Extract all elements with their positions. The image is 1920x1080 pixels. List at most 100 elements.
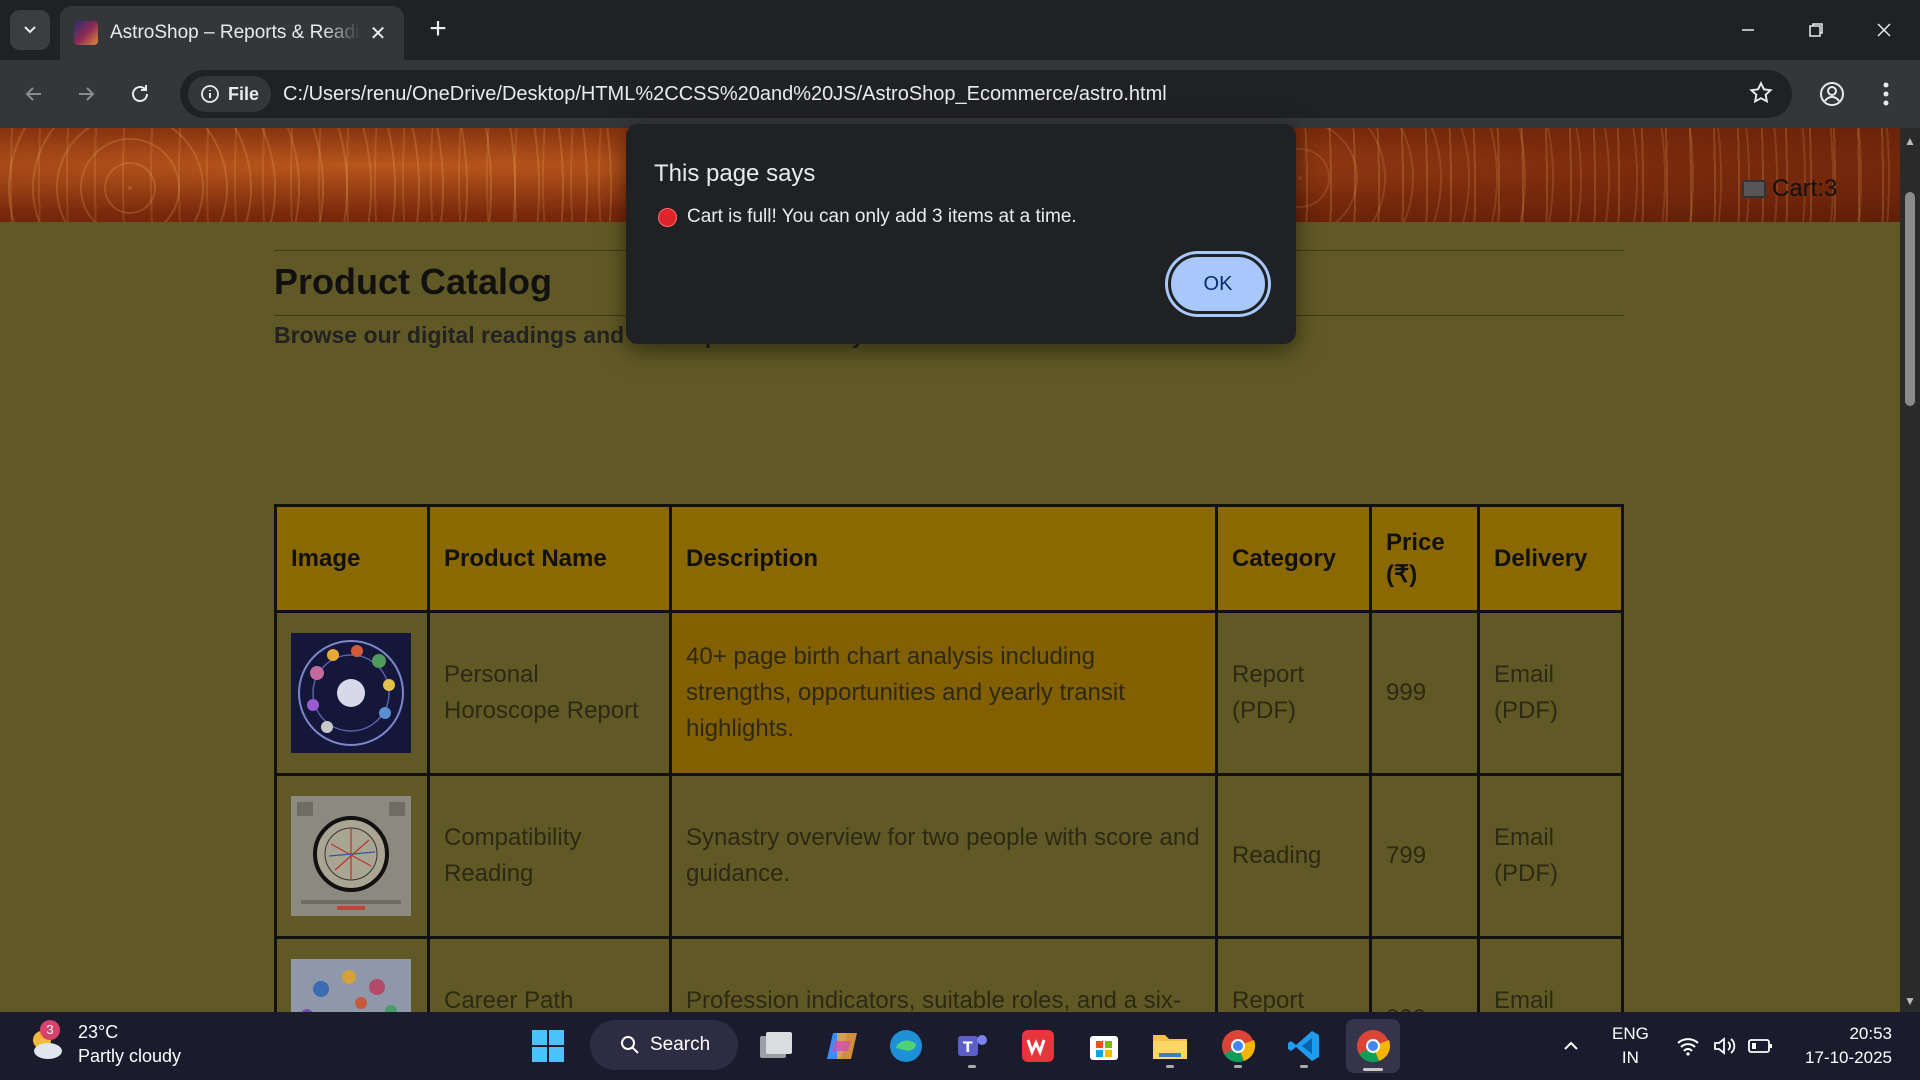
cart-count: Cart:3 <box>1772 175 1838 202</box>
tab-close-icon[interactable]: ✕ <box>366 21 390 46</box>
image-cell <box>274 610 430 776</box>
alert-dialog: This page says Cart is full! You can onl… <box>626 124 1296 344</box>
table-row[interactable]: Career Path Guidance Profession indicato… <box>274 936 1624 1012</box>
folder-icon <box>1153 1035 1187 1059</box>
windows-logo-icon <box>532 1030 564 1062</box>
price-cell: 999 <box>1369 610 1480 776</box>
bookmark-star-button[interactable] <box>1748 80 1774 111</box>
chrome-icon <box>1222 1030 1256 1063</box>
wps-office-button[interactable] <box>1014 1022 1062 1070</box>
url-text[interactable]: C:/Users/renu/OneDrive/Desktop/HTML%2CCS… <box>283 83 1167 106</box>
header-product-name: Product Name <box>427 504 672 613</box>
category-cell: Report (PDF) <box>1215 610 1372 776</box>
chrome-button[interactable] <box>1214 1022 1262 1070</box>
cart-icon <box>1742 180 1766 198</box>
product-table: Image Product Name Description Category … <box>274 504 1624 1012</box>
table-row[interactable]: Compatibility Reading Synastry overview … <box>274 773 1624 939</box>
dialog-message-text: Cart is full! You can only add 3 items a… <box>687 206 1077 227</box>
show-hidden-icons-button[interactable] <box>1562 1012 1580 1080</box>
close-icon <box>1877 23 1891 37</box>
image-cell <box>274 773 430 939</box>
back-arrow-icon <box>25 87 41 101</box>
header-price: Price (₹) <box>1369 504 1480 613</box>
price-cell: 799 <box>1369 773 1480 939</box>
tab-search-button[interactable] <box>10 10 50 50</box>
copilot-button[interactable] <box>818 1022 866 1070</box>
edge-icon <box>890 1030 922 1062</box>
wps-icon <box>1022 1030 1054 1062</box>
site-chip-label: File <box>228 83 260 104</box>
task-view-button[interactable] <box>752 1022 800 1070</box>
running-indicator <box>968 1065 976 1068</box>
start-button[interactable] <box>524 1022 572 1070</box>
site-info-chip[interactable]: File <box>188 76 272 112</box>
scroll-up-arrow-icon[interactable]: ▲ <box>1904 134 1916 148</box>
system-clock[interactable]: 20:53 17-10-2025 <box>1792 1022 1892 1070</box>
restore-icon <box>1809 23 1823 37</box>
region-code: IN <box>1621 1048 1639 1067</box>
reload-button[interactable] <box>120 74 160 114</box>
site-favicon-icon <box>74 21 98 45</box>
chrome-icon <box>1357 1030 1391 1063</box>
weather-widget[interactable]: 3 23°C Partly cloudy <box>26 1020 181 1068</box>
browser-toolbar: File C:/Users/renu/OneDrive/Desktop/HTML… <box>0 60 1920 128</box>
language-indicator[interactable]: ENG IN <box>1612 1022 1649 1070</box>
teams-icon: T <box>958 1035 987 1056</box>
delivery-cell: Email (PDF) <box>1477 610 1624 776</box>
info-icon <box>201 85 219 103</box>
weather-temperature: 23°C <box>78 1022 119 1042</box>
profile-button[interactable] <box>1812 74 1852 114</box>
running-indicator <box>1166 1065 1174 1068</box>
partly-cloudy-icon: 3 <box>26 1020 66 1064</box>
quick-settings[interactable] <box>1676 1012 1774 1080</box>
restore-button[interactable] <box>1782 0 1850 60</box>
image-cell <box>274 936 430 1012</box>
scroll-thumb[interactable] <box>1905 192 1915 406</box>
search-icon <box>621 1036 639 1054</box>
product-name-cell: Personal Horoscope Report <box>427 610 672 776</box>
back-button[interactable] <box>14 74 54 114</box>
table-header-row: Image Product Name Description Category … <box>274 504 1624 613</box>
category-cell: Report (PDF) <box>1215 936 1372 1012</box>
table-row[interactable]: Personal Horoscope Report 40+ page birth… <box>274 610 1624 776</box>
teams-button[interactable]: T <box>948 1022 996 1070</box>
vscode-button[interactable] <box>1280 1022 1328 1070</box>
weather-condition: Partly cloudy <box>78 1046 182 1066</box>
file-explorer-button[interactable] <box>1146 1022 1194 1070</box>
windows-taskbar: 3 23°C Partly cloudy Search T ENG IN 20:… <box>0 1012 1920 1080</box>
address-bar[interactable]: File C:/Users/renu/OneDrive/Desktop/HTML… <box>180 70 1792 118</box>
forward-button[interactable] <box>66 74 106 114</box>
cart-link[interactable]: Cart:3 <box>1742 174 1837 204</box>
product-name-cell: Compatibility Reading <box>427 773 672 939</box>
running-indicator <box>1234 1065 1242 1068</box>
product-name-cell: Career Path Guidance <box>427 936 672 1012</box>
browser-tab[interactable]: AstroShop – Reports & Readings ✕ <box>60 6 404 60</box>
profile-icon <box>1820 82 1844 106</box>
close-window-button[interactable] <box>1850 0 1918 60</box>
scroll-down-arrow-icon[interactable]: ▼ <box>1904 994 1916 1008</box>
compatibility-chart-image <box>291 796 411 916</box>
microsoft-store-button[interactable] <box>1080 1022 1128 1070</box>
volume-icon <box>1714 1037 1736 1055</box>
red-circle-icon <box>658 207 677 227</box>
chrome-active-button[interactable] <box>1346 1019 1400 1073</box>
header-image: Image <box>274 504 430 613</box>
vscode-icon <box>1288 1031 1319 1061</box>
taskbar-search[interactable]: Search <box>590 1020 738 1070</box>
reload-icon <box>132 85 148 102</box>
ok-button[interactable]: OK <box>1168 254 1268 314</box>
edge-button[interactable] <box>882 1022 930 1070</box>
minimize-button[interactable] <box>1714 0 1782 60</box>
forward-arrow-icon <box>79 87 95 101</box>
page-scrollbar[interactable]: ▲ ▼ <box>1900 128 1920 1012</box>
weather-badge: 3 <box>40 1020 60 1040</box>
clock-time: 20:53 <box>1849 1024 1892 1043</box>
horoscope-wheel-image <box>291 633 411 753</box>
new-tab-button[interactable]: + <box>420 12 456 48</box>
delivery-cell: Email (PDF) <box>1477 936 1624 1012</box>
menu-button[interactable] <box>1866 74 1906 114</box>
chevron-up-icon <box>1564 1041 1578 1050</box>
active-indicator <box>1363 1068 1383 1071</box>
battery-icon <box>1748 1039 1772 1053</box>
dialog-message: Cart is full! You can only add 3 items a… <box>658 206 1077 228</box>
